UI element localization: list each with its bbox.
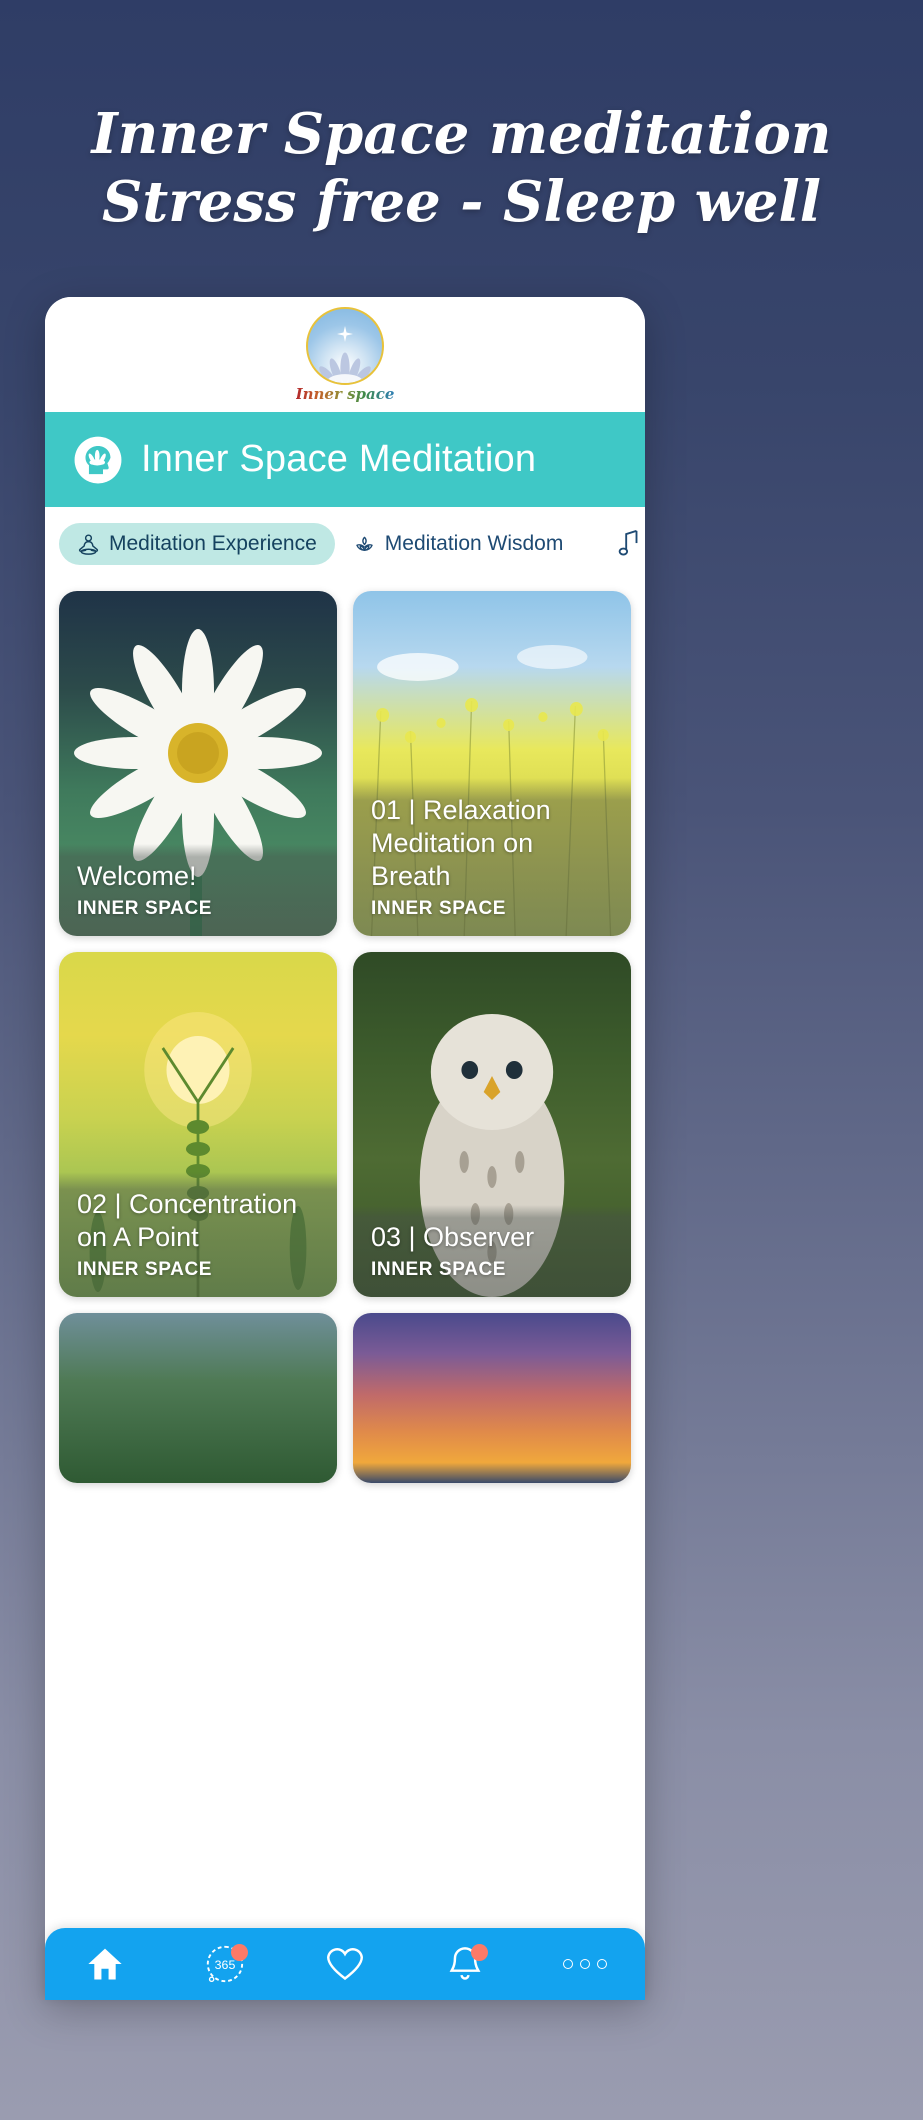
music-note-icon[interactable] [617,529,641,559]
more-dots-icon [563,1959,607,1969]
nav-365[interactable]: 365 [191,1936,259,1992]
card-caption: 02 | Concentration on A Point INNER SPAC… [59,1172,337,1297]
card-welcome[interactable]: Welcome! INNER SPACE [59,591,337,936]
nav-more[interactable] [551,1936,619,1992]
card-title: 01 | Relaxation Meditation on Breath [371,795,551,891]
phone-screen: Inner space Inner Space Meditation Medit… [45,297,645,2000]
app-logo: Inner space [296,306,394,403]
content-grid: Welcome! INNER SPACE 01 | Relaxation Med… [45,581,645,1483]
home-icon [88,1948,122,1980]
tab-meditation-wisdom[interactable]: Meditation Wisdom [335,523,582,565]
nav-badge [231,1944,248,1961]
card-title: 02 | Concentration on A Point [77,1189,298,1252]
logo-wordmark: Inner space [295,384,395,403]
bottom-nav-bar: 365 [45,1928,645,2000]
tab-bar[interactable]: Meditation Experience Meditation Wisdom [45,507,645,581]
card-caption: Welcome! INNER SPACE [59,844,337,936]
nav-favorites[interactable] [311,1936,379,1992]
lotus-icon [314,351,376,383]
card-caption: 01 | Relaxation Meditation on Breath INN… [353,778,631,936]
svg-text:365: 365 [215,1958,236,1972]
card-title: Welcome! [77,861,197,891]
card-subtitle: INNER SPACE [371,898,507,919]
card-01-relaxation[interactable]: 01 | Relaxation Meditation on Breath INN… [353,591,631,936]
tab-label: Meditation Experience [109,532,317,555]
card-02-concentration[interactable]: 02 | Concentration on A Point INNER SPAC… [59,952,337,1297]
card-image [59,1313,337,1483]
card-subtitle: INNER SPACE [77,898,213,919]
card-05-partial[interactable] [353,1313,631,1483]
card-subtitle: INNER SPACE [77,1259,213,1280]
meditating-person-icon [78,533,99,555]
nav-home[interactable] [71,1936,139,1992]
app-header-bar: Inner Space Meditation [45,412,645,507]
app-logo-area: Inner space [45,297,645,412]
heart-icon [327,1948,363,1981]
promo-heading: Inner Space meditation Stress free - Sle… [0,100,923,236]
tab-meditation-experience[interactable]: Meditation Experience [59,523,335,565]
nav-badge [471,1944,488,1961]
card-caption: 03 | Observer INNER SPACE [353,1205,631,1297]
card-04-partial[interactable] [59,1313,337,1483]
card-03-observer[interactable]: 03 | Observer INNER SPACE [353,952,631,1297]
promo-line-2: Stress free - Sleep well [101,169,822,235]
tab-label: Meditation Wisdom [384,532,564,555]
card-title: 03 | Observer [371,1222,535,1252]
logo-circle [306,306,384,385]
head-lotus-icon [74,436,122,483]
star-icon [337,325,353,342]
card-subtitle: INNER SPACE [371,1259,507,1280]
card-image [353,1313,631,1483]
promo-line-1: Inner Space meditation [91,101,832,167]
lotus-icon [356,536,373,551]
app-title: Inner Space Meditation [141,438,537,480]
nav-notifications[interactable] [431,1936,499,1992]
